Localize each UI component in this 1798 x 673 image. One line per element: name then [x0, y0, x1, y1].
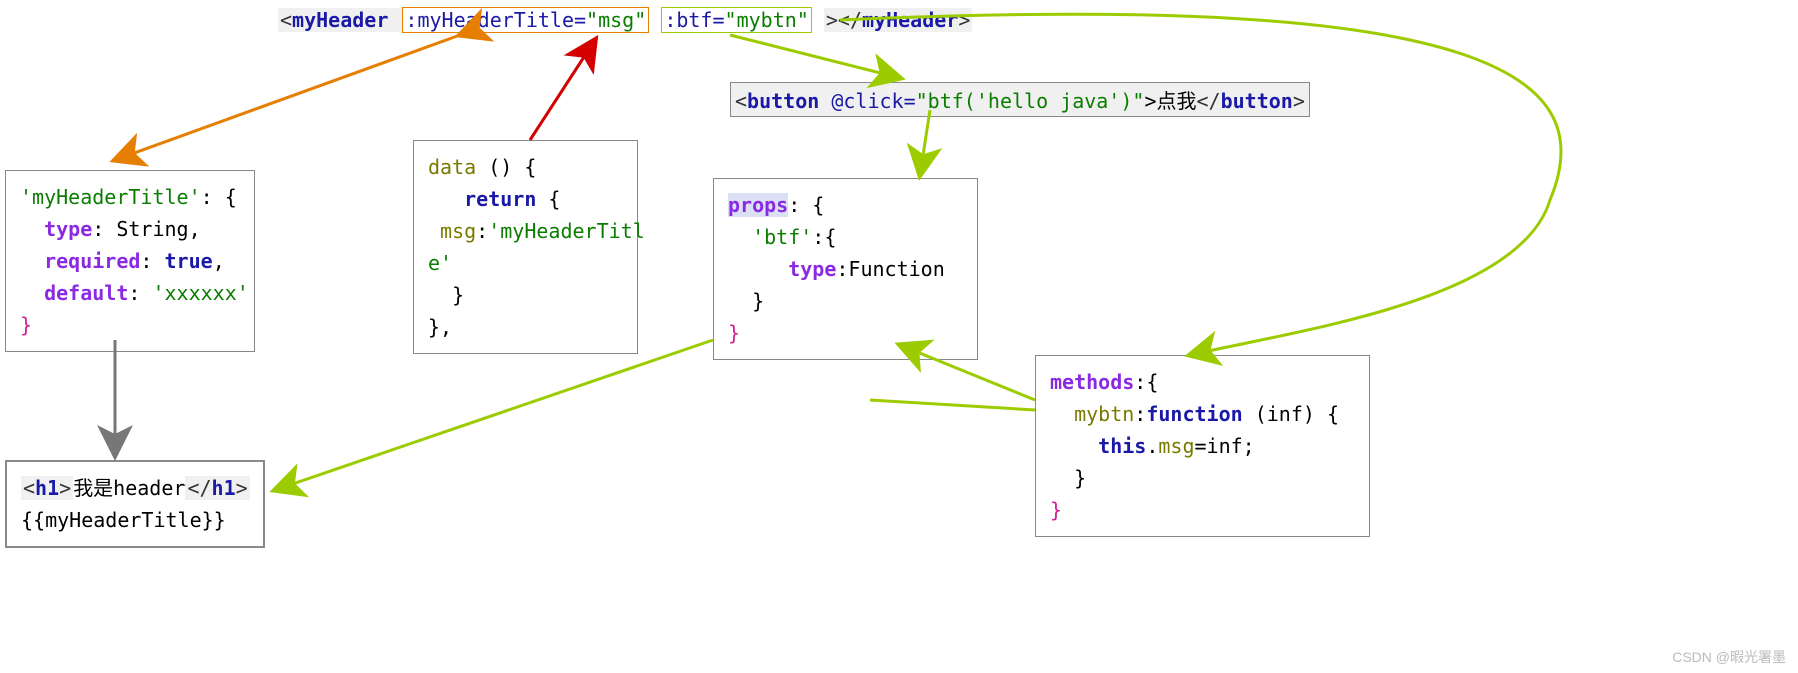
h1-render-box: <h1>我是header</h1> {{myHeaderTitle}} [5, 460, 265, 548]
template-line: <myHeader :myHeaderTitle="msg" :btf="myb… [278, 8, 972, 32]
watermark: CSDN @暇光署墨 [1672, 647, 1786, 667]
methods-box: methods:{ mybtn:function (inf) { this.ms… [1035, 355, 1370, 537]
props-btf-box: props: { 'btf':{ type:Function } } [713, 178, 978, 360]
data-function-box: data () { return { msg:'myHeaderTitl e' … [413, 140, 638, 354]
button-template: <button @click="btf('hello java')">点我</b… [730, 82, 1310, 117]
prop-myheadertitle-box: 'myHeaderTitle': { type: String, require… [5, 170, 255, 352]
